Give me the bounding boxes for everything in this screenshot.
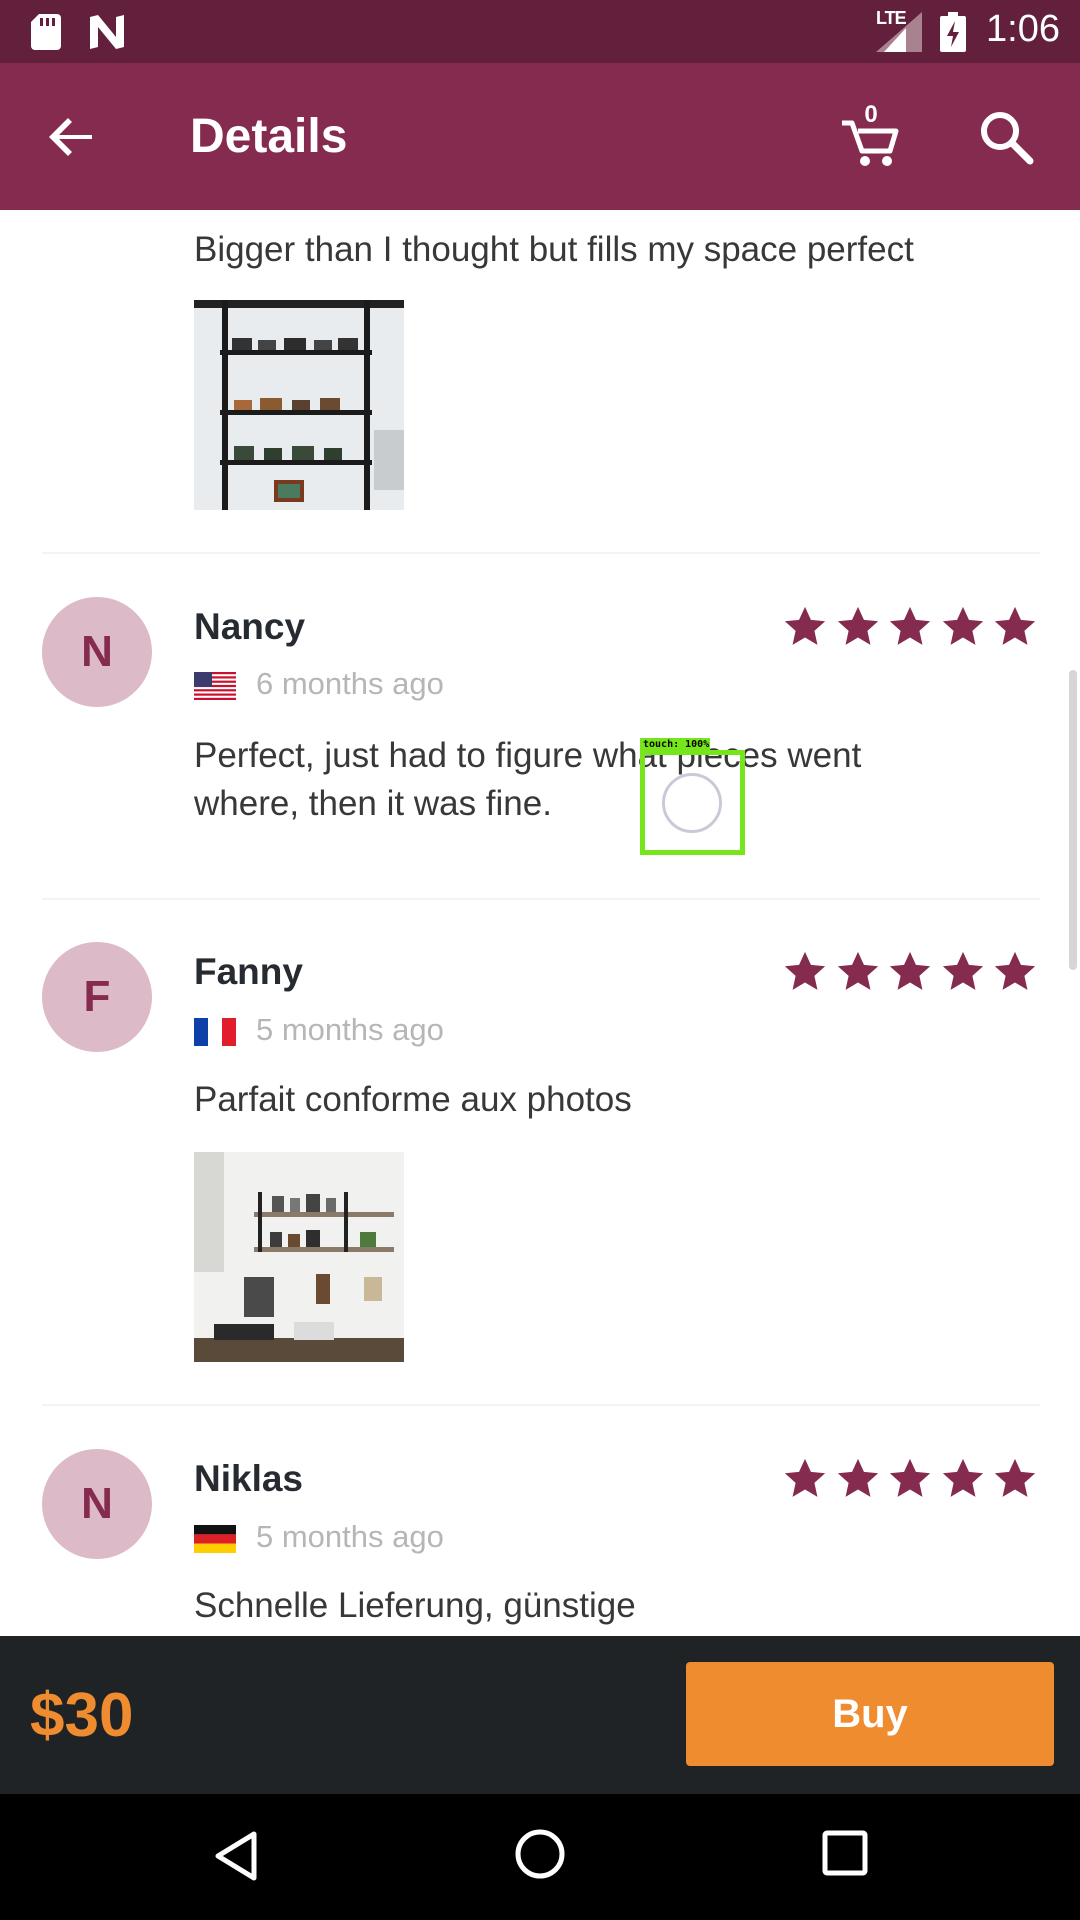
france-flag-icon (194, 1018, 236, 1046)
star-icon (994, 951, 1036, 990)
review-text: Schnelle Lieferung, günstige (194, 1586, 636, 1625)
review-divider (42, 898, 1040, 900)
star-icon (784, 606, 826, 645)
review-text: Parfait conforme aux photos (194, 1080, 632, 1119)
cart-count-badge: 0 (864, 101, 878, 128)
reviewer-name: Nancy (194, 606, 306, 647)
review-divider (42, 552, 1040, 554)
star-icon (889, 1458, 931, 1497)
review-divider (42, 1404, 1040, 1406)
system-nav-bar (0, 1794, 1080, 1920)
page-title: Details (190, 110, 348, 163)
review-date: 5 months ago (256, 1012, 444, 1047)
star-icon (889, 951, 931, 990)
back-arrow-icon[interactable] (44, 109, 100, 165)
scrollbar[interactable] (1069, 670, 1077, 970)
germany-flag-icon (194, 1525, 236, 1553)
star-icon (942, 1458, 983, 1497)
buy-button[interactable]: Buy (686, 1662, 1054, 1766)
star-icon (942, 606, 983, 645)
nav-back-icon[interactable] (210, 1828, 266, 1884)
app-bar: Details 0 (0, 63, 1080, 210)
review-text-line: where, then it was fine. (194, 784, 552, 823)
search-icon[interactable] (976, 107, 1036, 167)
battery-charging-icon (940, 12, 966, 52)
star-icon (784, 951, 826, 990)
avatar: N (42, 597, 152, 707)
price-label: $30 (30, 1681, 134, 1750)
avatar: F (42, 942, 152, 1052)
kitchen-photo-image (194, 1152, 404, 1362)
nav-home-icon[interactable] (512, 1826, 568, 1882)
star-rating (782, 949, 1038, 995)
touch-point-circle (662, 773, 722, 833)
avatar: N (42, 1449, 152, 1559)
nav-recents-icon[interactable] (820, 1828, 870, 1878)
star-rating (782, 1456, 1038, 1502)
reviews-list[interactable]: Bigger than I thought but fills my space… (0, 210, 1080, 1636)
review-text: Bigger than I thought but fills my space… (194, 230, 914, 269)
star-icon (889, 606, 931, 645)
star-icon (837, 1458, 878, 1497)
sd-card-icon (31, 14, 61, 50)
reviewer-name: Fanny (194, 951, 303, 992)
star-icon (942, 951, 983, 990)
star-icon (784, 1458, 826, 1497)
review-date: 5 months ago (256, 1519, 444, 1554)
shelf-photo-image (194, 300, 404, 510)
reviewer-name: Niklas (194, 1458, 304, 1499)
review-photo-kitchen[interactable] (194, 1152, 404, 1362)
review-text-line: Perfect, just had to figure what pieces … (194, 736, 862, 775)
clock: 1:06 (986, 8, 1060, 50)
star-icon (837, 951, 878, 990)
star-icon (994, 1458, 1036, 1497)
star-icon (837, 606, 878, 645)
star-rating (782, 604, 1038, 650)
us-flag-icon (194, 672, 236, 700)
star-icon (994, 606, 1036, 645)
signal-icon (876, 12, 922, 52)
buy-bar: $30 Buy (0, 1636, 1080, 1794)
review-text: Perfect, just had to figure what pieces … (194, 732, 1034, 828)
n-notification-icon (90, 15, 124, 49)
review-date: 6 months ago (256, 666, 444, 701)
review-photo-shelf[interactable] (194, 300, 404, 510)
status-bar: LTE 1:06 (0, 0, 1080, 63)
